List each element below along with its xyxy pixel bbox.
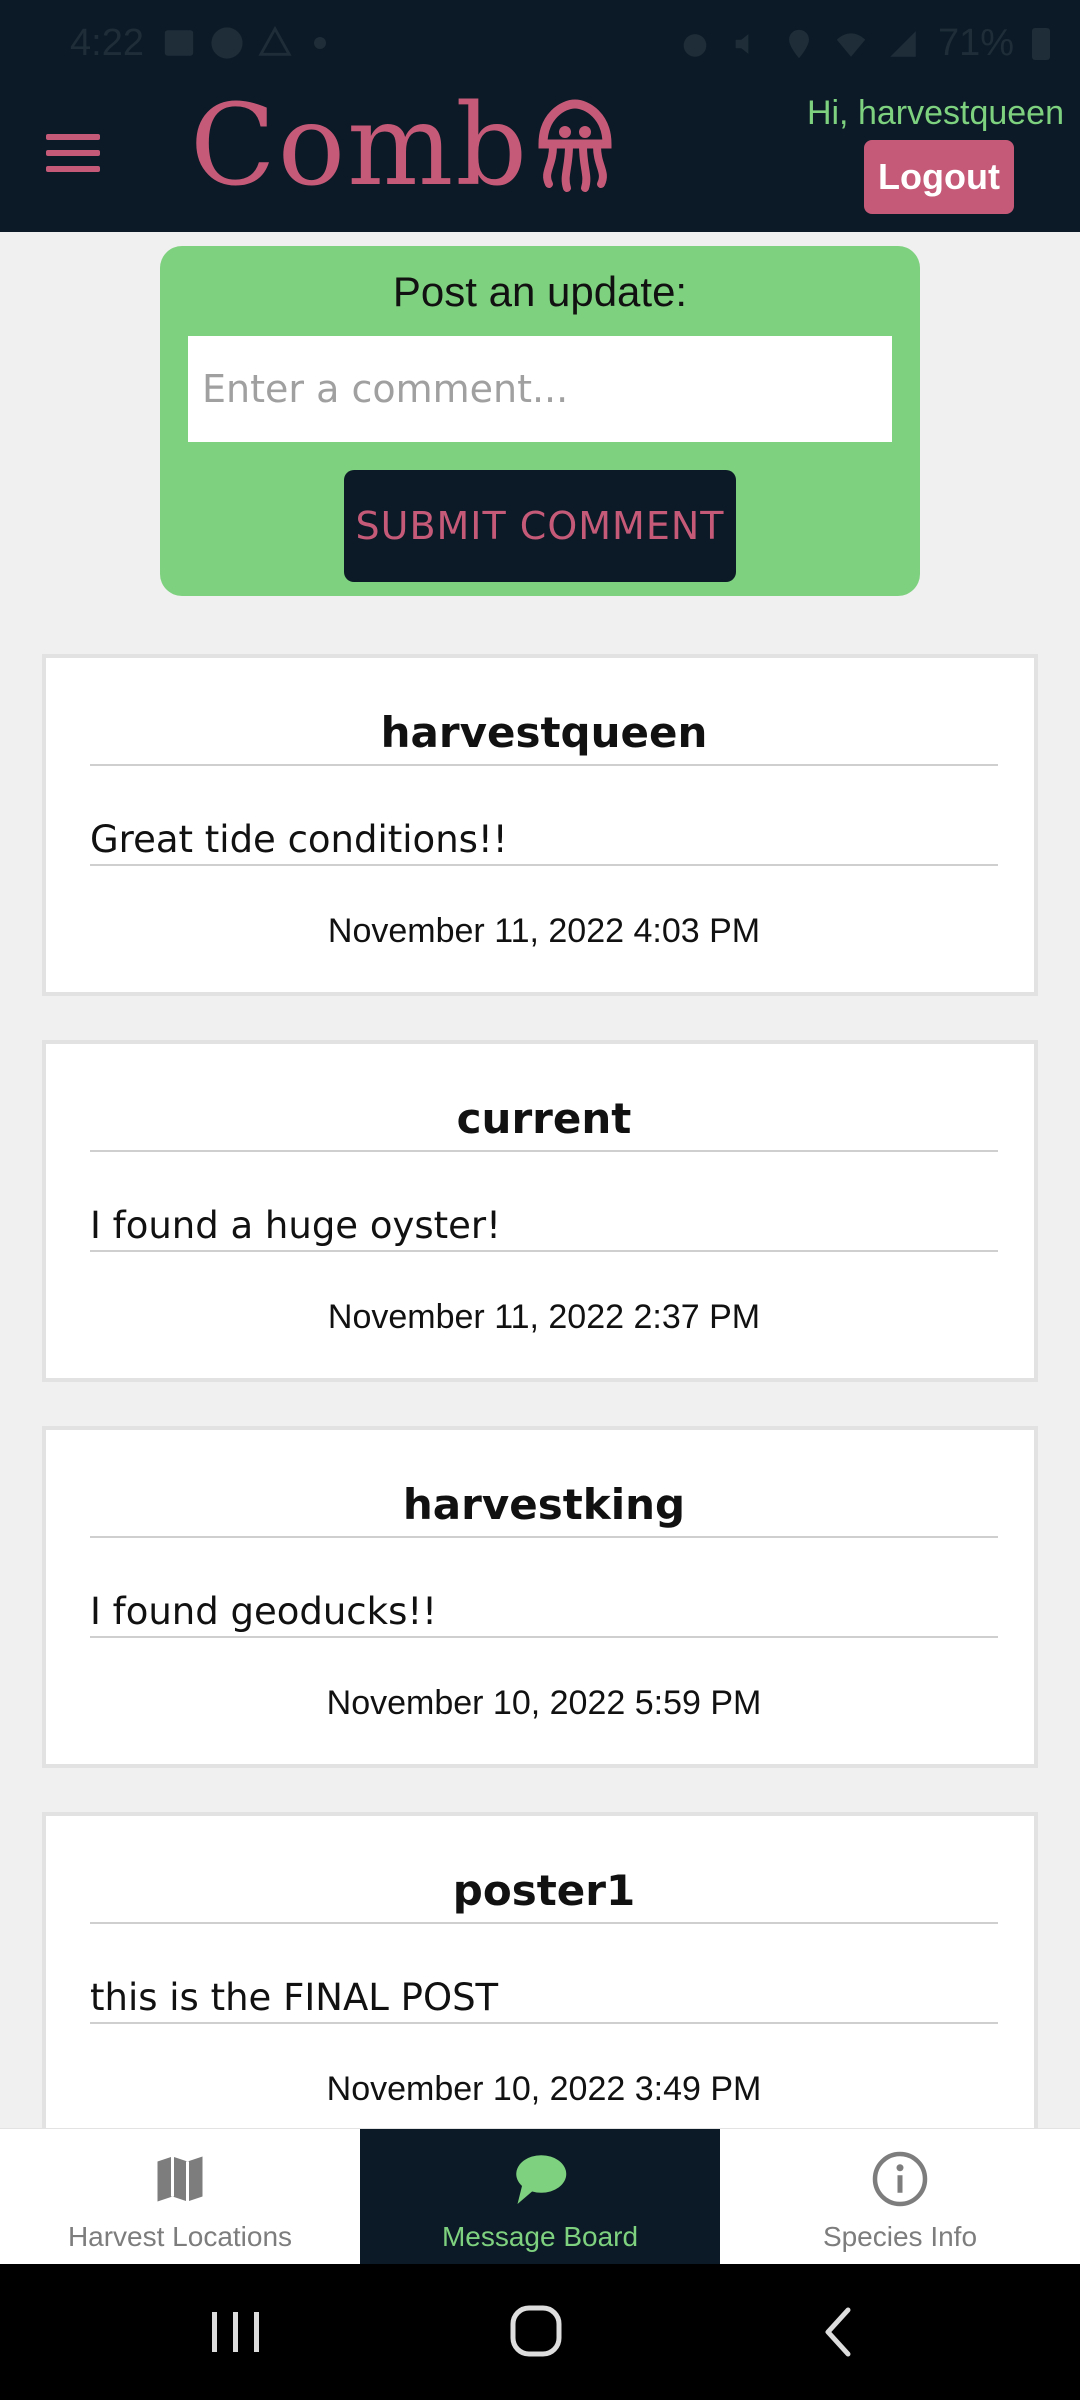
message-date: November 11, 2022 4:03 PM <box>327 912 761 950</box>
comment-input[interactable] <box>188 336 892 442</box>
back-icon[interactable] <box>800 2302 880 2362</box>
message-username: current <box>456 1094 632 1143</box>
jellyfish-logo-icon <box>538 99 612 192</box>
home-icon[interactable] <box>496 2302 576 2362</box>
info-icon <box>872 2151 928 2207</box>
message-date: November 10, 2022 3:49 PM <box>326 2070 762 2108</box>
post-update-title: Post an update: <box>392 268 688 315</box>
bottom-tab-bar: Harvest Locations Message Board Species … <box>0 2128 1080 2265</box>
wifi-icon <box>836 32 866 57</box>
app-header: 4:22 71% Comb Hi, harvestqueen Logout <box>0 0 1080 232</box>
alarm-icon <box>683 33 707 57</box>
status-time: 4:22 <box>70 22 144 64</box>
tab-label: Species Info <box>822 2221 978 2252</box>
battery-icon <box>1032 27 1050 60</box>
app-logo: Comb <box>190 86 615 206</box>
map-icon <box>157 2156 203 2202</box>
message-username: harvestking <box>402 1480 686 1529</box>
battery-percent: 71% <box>937 22 1014 64</box>
location-icon <box>789 29 809 58</box>
message-text: I found a huge oyster! <box>90 1204 501 1247</box>
user-greeting: Hi, harvestqueen <box>806 94 1064 132</box>
message-text: Great tide conditions!! <box>90 818 508 861</box>
gallery-icon <box>164 30 194 56</box>
submit-comment-button[interactable]: SUBMIT COMMENT <box>344 470 736 582</box>
tab-label: Message Board <box>441 2221 639 2252</box>
divider <box>90 764 998 766</box>
app-badge-icon <box>211 27 243 59</box>
message-text: this is the FINAL POST <box>90 1976 499 2019</box>
status-bar: 4:22 71% <box>0 0 1080 88</box>
tab-harvest-locations[interactable]: Harvest Locations <box>0 2129 360 2265</box>
message-card: current I found a huge oyster! November … <box>42 1040 1038 1382</box>
message-text: I found geoducks!! <box>90 1590 438 1633</box>
mute-icon <box>735 33 749 54</box>
message-card: harvestking I found geoducks!! November … <box>42 1426 1038 1768</box>
tab-label: Harvest Locations <box>67 2221 293 2252</box>
message-date: November 10, 2022 5:59 PM <box>326 1684 762 1722</box>
message-username: poster1 <box>452 1866 636 1915</box>
divider <box>90 1150 998 1152</box>
signal-icon <box>890 30 916 57</box>
divider <box>90 1250 998 1252</box>
divider <box>90 2022 998 2024</box>
message-date: November 11, 2022 2:37 PM <box>327 1298 761 1336</box>
chat-bubble-icon <box>516 2155 567 2204</box>
logo-text: Comb <box>190 81 530 211</box>
tab-message-board[interactable]: Message Board <box>360 2129 720 2265</box>
logout-button[interactable]: Logout <box>864 140 1014 214</box>
message-username: harvestqueen <box>380 708 708 757</box>
post-update-card: Post an update: SUBMIT COMMENT <box>160 246 920 596</box>
message-list: harvestqueen Great tide conditions!! Nov… <box>42 654 1038 2198</box>
divider <box>90 1536 998 1538</box>
notification-dot-icon <box>314 37 326 49</box>
message-card: poster1 this is the FINAL POST November … <box>42 1812 1038 2154</box>
tab-species-info[interactable]: Species Info <box>720 2129 1080 2265</box>
divider <box>90 1636 998 1638</box>
recent-apps-icon[interactable] <box>196 2302 276 2362</box>
message-card: harvestqueen Great tide conditions!! Nov… <box>42 654 1038 996</box>
hamburger-menu-icon[interactable] <box>46 134 102 174</box>
system-nav-bar <box>0 2264 1080 2400</box>
drive-icon <box>258 26 292 56</box>
divider <box>90 1922 998 1924</box>
divider <box>90 864 998 866</box>
